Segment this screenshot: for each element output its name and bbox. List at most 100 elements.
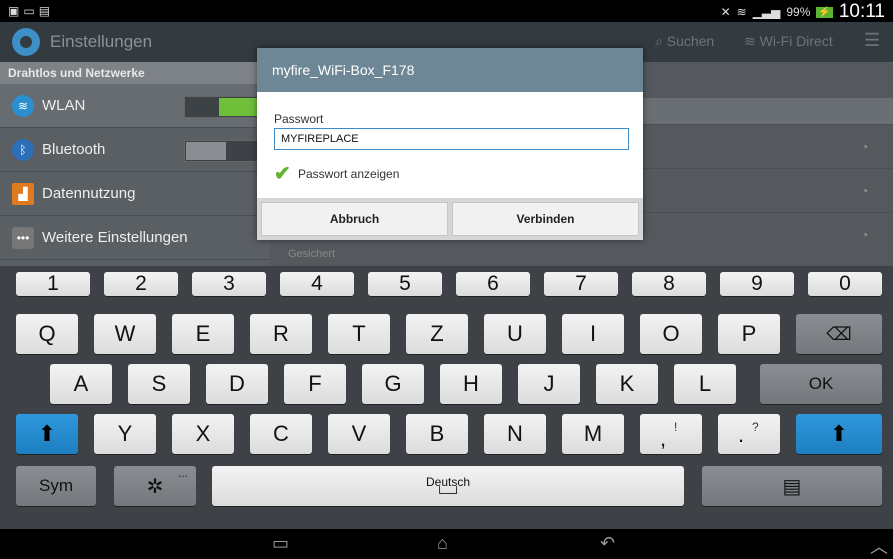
shift-key-right[interactable]: ⬆	[796, 414, 882, 454]
key-5[interactable]: 5	[368, 272, 442, 296]
key-d[interactable]: D	[206, 364, 268, 404]
key-8[interactable]: 8	[632, 272, 706, 296]
key-j[interactable]: J	[518, 364, 580, 404]
dialog-title: myfire_WiFi-Box_F178	[257, 48, 643, 92]
chevron-up-icon[interactable]: ︿	[870, 533, 888, 559]
key-3[interactable]: 3	[192, 272, 266, 296]
clipboard-key[interactable]: ▤	[702, 466, 882, 506]
key-t[interactable]: T	[328, 314, 390, 354]
key-n[interactable]: N	[484, 414, 546, 454]
connect-button[interactable]: Verbinden	[452, 202, 639, 236]
space-key[interactable]: Deutsch └─┘	[212, 466, 684, 506]
comma-key[interactable]: , !	[640, 414, 702, 454]
key-0[interactable]: 0	[808, 272, 882, 296]
key-q[interactable]: Q	[16, 314, 78, 354]
key-k[interactable]: K	[596, 364, 658, 404]
show-password-checkbox[interactable]: ✔ Passwort anzeigen	[274, 163, 399, 185]
settings-category-list: Drahtlos und Netzwerke ≋ WLAN ᛒ Bluetoot…	[0, 62, 270, 266]
password-field[interactable]: MYFIREPLACE	[274, 128, 629, 150]
app-title: Einstellungen	[50, 32, 153, 51]
sidebar-item-label: WLAN	[42, 97, 86, 114]
key-i[interactable]: I	[562, 314, 624, 354]
shift-key-left[interactable]: ⬆	[16, 414, 78, 454]
key-7[interactable]: 7	[544, 272, 618, 296]
key-f[interactable]: F	[284, 364, 346, 404]
key-l[interactable]: L	[674, 364, 736, 404]
key-c[interactable]: C	[250, 414, 312, 454]
key-9[interactable]: 9	[720, 272, 794, 296]
sidebar-item-bluetooth[interactable]: ᛒ Bluetooth	[0, 128, 270, 172]
key-y[interactable]: Y	[94, 414, 156, 454]
key-4[interactable]: 4	[280, 272, 354, 296]
home-icon[interactable]: ⌂	[437, 533, 448, 554]
shift-icon: ⬆	[829, 421, 849, 446]
settings-more-dots: ...	[177, 466, 188, 480]
keyboard-icon: ▭	[23, 4, 39, 18]
bluetooth-toggle[interactable]	[184, 140, 260, 162]
key-v[interactable]: V	[328, 414, 390, 454]
key-u[interactable]: U	[484, 314, 546, 354]
sidebar-item-label: Bluetooth	[42, 141, 106, 158]
period-sub-label: ?	[752, 420, 759, 434]
key-z[interactable]: Z	[406, 314, 468, 354]
sidebar-item-label: Weitere Einstellungen	[42, 229, 188, 246]
sidebar-item-wlan[interactable]: ≋ WLAN	[0, 84, 270, 128]
toggle-knob-on	[219, 98, 259, 116]
period-key[interactable]: . ?	[718, 414, 780, 454]
bluetooth-icon: ᛒ	[12, 138, 34, 161]
wifi-direct-button[interactable]: ≋ Wi-Fi Direct	[744, 33, 833, 50]
clipboard-icon: ▤	[38, 4, 55, 18]
key-a[interactable]: A	[50, 364, 112, 404]
key-o[interactable]: O	[640, 314, 702, 354]
key-w[interactable]: W	[94, 314, 156, 354]
recent-apps-icon[interactable]: ▭	[272, 533, 289, 554]
search-label: Suchen	[666, 33, 715, 49]
overflow-menu-icon[interactable]: ☰	[864, 30, 880, 51]
key-m[interactable]: M	[562, 414, 624, 454]
key-2[interactable]: 2	[104, 272, 178, 296]
ok-key[interactable]: OK	[760, 364, 882, 404]
search-icon: ⌕	[655, 33, 663, 49]
key-s[interactable]: S	[128, 364, 190, 404]
key-r[interactable]: R	[250, 314, 312, 354]
wifi-locked-icon: ◔	[861, 140, 869, 154]
key-h[interactable]: H	[440, 364, 502, 404]
key-6[interactable]: 6	[456, 272, 530, 296]
period-label: .	[738, 422, 745, 447]
key-e[interactable]: E	[172, 314, 234, 354]
keyboard-settings-key[interactable]: ✲ ...	[114, 466, 196, 506]
key-b[interactable]: B	[406, 414, 468, 454]
backspace-key[interactable]: ⌫	[796, 314, 882, 354]
key-p[interactable]: P	[718, 314, 780, 354]
sym-key[interactable]: Sym	[16, 466, 96, 506]
sidebar-item-label: Datennutzung	[42, 185, 136, 202]
wifi-locked-icon: ◔	[861, 228, 869, 242]
wifi-locked-icon: ◔	[861, 184, 869, 198]
toggle-knob-off	[186, 142, 226, 160]
wifi-status-icon: ≋	[736, 5, 747, 19]
sidebar-item-more-settings[interactable]: ••• Weitere Einstellungen	[0, 216, 270, 260]
sidebar-item-data-usage[interactable]: ▟ Datennutzung	[0, 172, 270, 216]
key-x[interactable]: X	[172, 414, 234, 454]
navigation-bar: ▭ ⌂ ↶ ︿	[0, 529, 893, 559]
image-icon: ▣	[8, 4, 24, 18]
battery-percent: 99%	[786, 5, 811, 19]
wifi-icon: ≋	[12, 94, 34, 117]
notification-icons: ▣▭▤	[8, 4, 54, 18]
wifi-direct-label: Wi-Fi Direct	[759, 33, 833, 49]
checkmark-icon: ✔	[274, 163, 291, 185]
on-screen-keyboard: 1 2 3 4 5 6 7 8 9 0 Q W E R T Z U I O P …	[0, 266, 893, 529]
wlan-toggle[interactable]	[184, 96, 260, 118]
network-status: Gesichert	[288, 248, 336, 260]
key-1[interactable]: 1	[16, 272, 90, 296]
more-icon: •••	[12, 226, 34, 249]
wifi-password-dialog: myfire_WiFi-Box_F178 Passwort MYFIREPLAC…	[257, 48, 643, 240]
backspace-icon: ⌫	[826, 323, 852, 344]
back-icon[interactable]: ↶	[600, 533, 615, 554]
key-g[interactable]: G	[362, 364, 424, 404]
search-button[interactable]: ⌕ Suchen	[655, 33, 714, 50]
cancel-button[interactable]: Abbruch	[261, 202, 448, 236]
shift-icon: ⬆	[37, 421, 57, 446]
space-bar-icon: └─┘	[435, 486, 461, 500]
dialog-button-row: Abbruch Verbinden	[257, 198, 643, 240]
